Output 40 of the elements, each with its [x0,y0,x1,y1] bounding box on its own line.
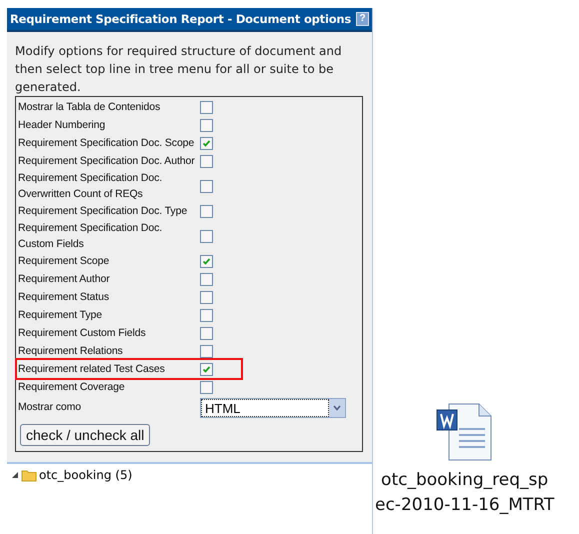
checkbox[interactable] [200,204,213,218]
checkbox[interactable] [200,180,213,192]
option-label: Requirement Custom Fields [17,326,147,341]
checkbox[interactable] [200,326,213,340]
checkbox[interactable] [200,154,213,168]
checkbox[interactable] [200,380,213,394]
option-label: Requirement Specification Doc. Overwritten Count of REQs [17,171,164,202]
checkbox[interactable] [200,362,213,376]
option-label: Requirement related Test Cases [17,362,166,377]
option-label: Requirement Type [17,308,104,323]
option-label: Requirement Status [17,290,110,305]
option-label: Header Numbering [17,118,106,133]
tree-node[interactable]: otc_booking (5) [11,468,372,482]
panel-title: Requirement Specification Report - Document options [10,12,352,26]
checkbox[interactable] [200,290,213,304]
expand-arrow-icon[interactable] [11,471,19,479]
check-all-button[interactable]: check / uncheck all [20,424,150,446]
checkbox[interactable] [200,100,213,114]
option-label: Requirement Relations [17,344,124,359]
format-dropdown[interactable]: HTML [200,398,346,418]
option-label: Requirement Author [17,272,111,287]
checkbox[interactable] [200,308,213,322]
instructions-text: Modify options for required structure of document and then select top line in tree menu for all or suite to be generated. [15,43,343,96]
checkbox[interactable] [200,254,213,268]
checkbox[interactable] [200,118,213,132]
checkbox[interactable] [200,344,213,358]
checkbox[interactable] [200,230,213,242]
option-label: Requirement Coverage [17,380,126,395]
file-name: otc_booking_req_sp ec-2010-11-16_MTRT [375,469,554,517]
option-label: Requirement Specification Doc. Author [17,154,196,169]
option-label: Requirement Specification Doc. Scope [17,136,196,151]
option-label: Requirement Specification Doc. Type [17,204,188,219]
option-label: Requirement Specification Doc. Custom Fields [17,221,164,252]
folder-icon [21,468,37,482]
option-label: Mostrar la Tabla de Contenidos [17,100,162,115]
checkbox[interactable] [200,272,213,286]
option-label: Requirement Scope [17,254,110,269]
format-label: Mostrar como [17,400,82,415]
checkbox[interactable] [200,136,213,150]
file-item[interactable]: otc_booking_req_sp ec-2010-11-16_MTRT [375,402,554,534]
